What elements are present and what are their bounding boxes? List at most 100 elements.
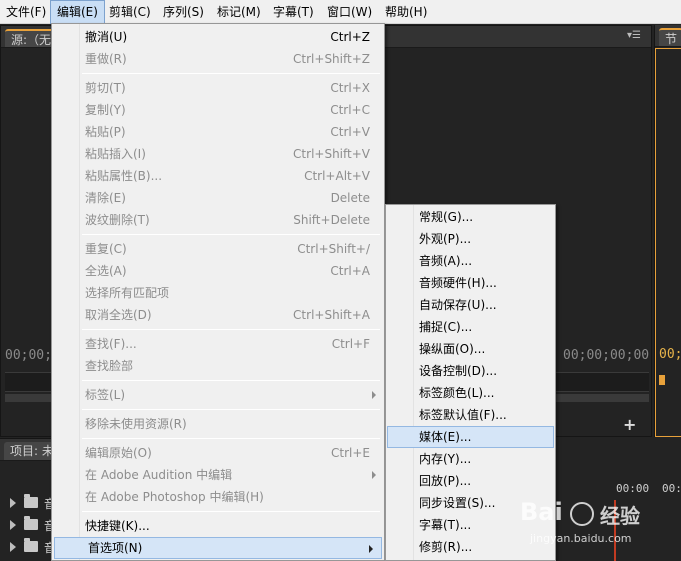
menu-separator — [82, 380, 380, 381]
menu-item-label: 重做(R) — [85, 52, 127, 66]
menu-item-shortcut: Ctrl+V — [330, 125, 370, 139]
folder-icon — [24, 494, 38, 508]
menu-item-shortcut: Ctrl+C — [330, 103, 370, 117]
edit-menu-item-撤消[interactable]: 撤消(U) Ctrl+Z — [52, 26, 384, 48]
edit-menu-item-在-adobe-photoshop-中编辑[interactable]: 在 Adobe Photoshop 中编辑(H) — [52, 486, 384, 508]
preferences-item-标签默认值[interactable]: 标签默认值(F)... — [387, 404, 554, 426]
preferences-item-音频硬件[interactable]: 音频硬件(H)... — [387, 272, 554, 294]
menu-title[interactable]: 字幕(T) — [267, 0, 320, 24]
menu-item-label: 设备控制(D)... — [419, 364, 498, 378]
preferences-item-操纵面[interactable]: 操纵面(O)... — [387, 338, 554, 360]
menu-item-label: 清除(E) — [85, 191, 126, 205]
preferences-item-外观[interactable]: 外观(P)... — [387, 228, 554, 250]
timeline-timecode-2: 00:00 — [662, 482, 681, 495]
edit-menu-item-查找脸部[interactable]: 查找脸部 — [52, 355, 384, 377]
edit-menu-item-快捷键[interactable]: 快捷键(K)... — [52, 515, 384, 537]
edit-menu-item-首选项[interactable]: 首选项(N) — [54, 537, 382, 559]
menu-item-shortcut: Ctrl+A — [330, 264, 370, 278]
edit-menu-item-移除未使用资源[interactable]: 移除未使用资源(R) — [52, 413, 384, 435]
timeline-timecode-1: 00:00 — [616, 482, 650, 495]
preferences-item-标签颜色[interactable]: 标签颜色(L)... — [387, 382, 554, 404]
preferences-item-音频[interactable]: 音频(A)... — [387, 250, 554, 272]
menu-separator — [82, 438, 380, 439]
edit-menu-item-波纹删除[interactable]: 波纹删除(T) Shift+Delete — [52, 209, 384, 231]
menu-separator — [82, 329, 380, 330]
edit-menu-item-清除[interactable]: 清除(E) Delete — [52, 187, 384, 209]
menu-item-shortcut: Delete — [330, 191, 370, 205]
tab-program[interactable]: 节 — [659, 28, 681, 46]
baidu-jingyan-watermark: Bai 经验 jingyan.baidu.com — [520, 498, 681, 558]
edit-menu-item-粘贴插入[interactable]: 粘贴插入(I) Ctrl+Shift+V — [52, 143, 384, 165]
expand-triangle-icon[interactable] — [10, 498, 16, 508]
menu-marker[interactable]: 标记(M) — [211, 0, 267, 24]
edit-menu-item-标签[interactable]: 标签(L) — [52, 384, 384, 406]
submenu-arrow-icon — [369, 545, 373, 553]
edit-menu-item-重复[interactable]: 重复(C) Ctrl+Shift+/ — [52, 238, 384, 260]
edit-menu: 撤消(U) Ctrl+Z 重做(R) Ctrl+Shift+Z 剪切(T) Ctrl+X 复… — [51, 23, 385, 561]
project-folder-row[interactable]: 音 — [0, 493, 56, 513]
edit-menu-item-取消全选[interactable]: 取消全选(D) Ctrl+Shift+A — [52, 304, 384, 326]
menu-item-shortcut: Ctrl+Z — [330, 30, 370, 44]
preferences-item-捕捉[interactable]: 捕捉(C)... — [387, 316, 554, 338]
project-folder-row[interactable]: 音 — [0, 515, 56, 535]
menu-item-label: 音频硬件(H)... — [419, 276, 497, 290]
edit-menu-item-编辑原始[interactable]: 编辑原始(O) Ctrl+E — [52, 442, 384, 464]
menu-item-label: 粘贴插入(I) — [85, 147, 146, 161]
menu-item-label: 粘贴属性(B)... — [85, 169, 163, 183]
panel-menu-icon[interactable]: ▾☰ — [627, 30, 641, 41]
menu-help[interactable]: 帮助(H) — [379, 0, 433, 24]
edit-menu-item-查找[interactable]: 查找(F)... Ctrl+F — [52, 333, 384, 355]
menu-item-shortcut: Ctrl+X — [330, 81, 370, 95]
menu-item-label: 同步设置(S)... — [419, 496, 496, 510]
menu-item-label: 在 Adobe Photoshop 中编辑(H) — [85, 490, 264, 504]
menu-sequence[interactable]: 序列(S) — [157, 0, 210, 24]
preferences-item-媒体[interactable]: 媒体(E)... — [387, 426, 554, 448]
menu-item-shortcut: Ctrl+Shift+V — [293, 147, 370, 161]
menu-separator — [82, 234, 380, 235]
edit-menu-item-粘贴[interactable]: 粘贴(P) Ctrl+V — [52, 121, 384, 143]
edit-menu-item-复制[interactable]: 复制(Y) Ctrl+C — [52, 99, 384, 121]
tab-source[interactable]: 源:（无 — [5, 29, 58, 47]
menu-item-shortcut: Shift+Delete — [293, 213, 370, 227]
watermark-brand-tail: 经验 — [600, 504, 640, 528]
preferences-item-自动保存[interactable]: 自动保存(U)... — [387, 294, 554, 316]
menu-item-label: 波纹删除(T) — [85, 213, 150, 227]
menu-item-label: 编辑原始(O) — [85, 446, 152, 460]
watermark-brand: Bai — [520, 498, 563, 526]
menu-clip[interactable]: 剪辑(C) — [103, 0, 157, 24]
menu-item-shortcut: Ctrl+Shift+Z — [293, 52, 370, 66]
source-timecode: 00;00; — [5, 348, 52, 363]
project-folder-row[interactable]: 音 — [0, 537, 56, 557]
expand-triangle-icon[interactable] — [10, 520, 16, 530]
menu-item-label: 捕捉(C)... — [419, 320, 473, 334]
expand-triangle-icon[interactable] — [10, 542, 16, 552]
menu-item-shortcut: Ctrl+Alt+V — [304, 169, 370, 183]
edit-menu-item-粘贴属性[interactable]: 粘贴属性(B)... Ctrl+Alt+V — [52, 165, 384, 187]
edit-menu-item-重做[interactable]: 重做(R) Ctrl+Shift+Z — [52, 48, 384, 70]
submenu-arrow-icon — [372, 471, 376, 479]
menu-item-label: 标签默认值(F)... — [419, 408, 507, 422]
menu-file[interactable]: 文件(F) — [0, 0, 52, 24]
menu-item-label: 在 Adobe Audition 中编辑 — [85, 468, 233, 482]
menu-item-label: 重复(C) — [85, 242, 127, 256]
preferences-item-回放[interactable]: 回放(P)... — [387, 470, 554, 492]
menu-item-label: 外观(P)... — [419, 232, 472, 246]
preferences-item-设备控制[interactable]: 设备控制(D)... — [387, 360, 554, 382]
edit-menu-item-在-adobe-audition-中编辑[interactable]: 在 Adobe Audition 中编辑 — [52, 464, 384, 486]
menu-item-label: 媒体(E)... — [419, 430, 472, 444]
program-timecode: 00;00;00;00 — [563, 348, 650, 363]
playhead-icon[interactable] — [659, 375, 665, 385]
program-timecode-right: 00;0 — [659, 347, 681, 362]
add-button-icon[interactable]: + — [623, 415, 636, 434]
menu-edit[interactable]: 编辑(E) — [50, 0, 105, 24]
menu-separator — [82, 511, 380, 512]
preferences-item-内存[interactable]: 内存(Y)... — [387, 448, 554, 470]
menu-window[interactable]: 窗口(W) — [321, 0, 378, 24]
edit-menu-item-剪切[interactable]: 剪切(T) Ctrl+X — [52, 77, 384, 99]
menu-separator — [82, 409, 380, 410]
edit-menu-item-选择所有匹配项[interactable]: 选择所有匹配项 — [52, 282, 384, 304]
preferences-item-常规[interactable]: 常规(G)... — [387, 206, 554, 228]
edit-menu-item-全选[interactable]: 全选(A) Ctrl+A — [52, 260, 384, 282]
folder-icon — [24, 516, 38, 530]
menu-item-label: 常规(G)... — [419, 210, 474, 224]
